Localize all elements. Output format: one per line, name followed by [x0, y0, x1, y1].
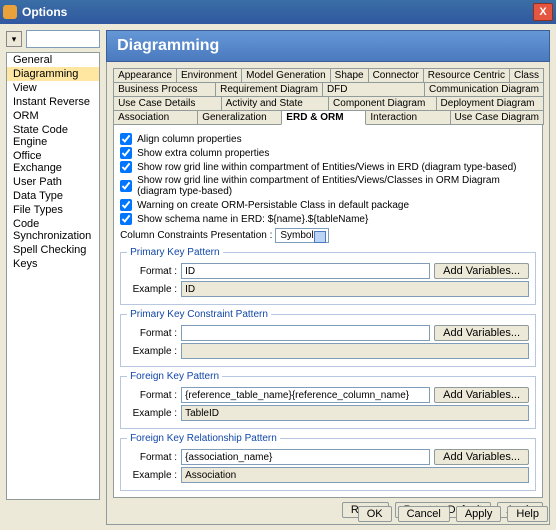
group-pk: Primary Key Pattern Format : Add Variabl…: [120, 247, 536, 305]
tab-activity[interactable]: Activity and State: [221, 96, 329, 111]
tab-connector[interactable]: Connector: [368, 68, 424, 83]
tab-group: Appearance Environment Model Generation …: [113, 68, 543, 124]
tab-shape[interactable]: Shape: [330, 68, 369, 83]
constraint-combo[interactable]: Symbol: [275, 228, 328, 243]
close-icon[interactable]: X: [533, 3, 553, 21]
pkc-format-label: Format :: [127, 328, 177, 339]
nav-item-data-type[interactable]: Data Type: [7, 189, 99, 203]
nav-item-state-code[interactable]: State Code Engine: [7, 123, 99, 149]
nav-list: General Diagramming View Instant Reverse…: [6, 52, 100, 500]
constraint-label: Column Constraints Presentation :: [120, 230, 272, 241]
chk-extra-label: Show extra column properties: [137, 148, 269, 159]
nav-item-user-path[interactable]: User Path: [7, 175, 99, 189]
window-title: Options: [22, 5, 533, 19]
tab-component[interactable]: Component Diagram: [328, 96, 436, 111]
group-fk: Foreign Key Pattern Format : Add Variabl…: [120, 371, 536, 429]
fkr-addvar-button[interactable]: Add Variables...: [434, 449, 529, 465]
fkr-example-label: Example :: [127, 470, 177, 481]
chk-grid-orm-label: Show row grid line within compartment of…: [137, 175, 536, 197]
tab-class[interactable]: Class: [509, 68, 544, 83]
tab-assoc[interactable]: Association: [113, 110, 198, 125]
tab-erd-orm[interactable]: ERD & ORM: [281, 110, 366, 125]
help-button[interactable]: Help: [507, 506, 548, 522]
nav-item-keys[interactable]: Keys: [7, 257, 99, 271]
pkc-example-label: Example :: [127, 346, 177, 357]
fkr-format-label: Format :: [127, 452, 177, 463]
nav-item-diagramming[interactable]: Diagramming: [7, 67, 99, 81]
tab-interaction[interactable]: Interaction: [365, 110, 450, 125]
pk-format-label: Format :: [127, 266, 177, 277]
nav-item-file-types[interactable]: File Types: [7, 203, 99, 217]
pk-addvar-button[interactable]: Add Variables...: [434, 263, 529, 279]
search-input[interactable]: [26, 30, 100, 48]
cancel-button[interactable]: Cancel: [398, 506, 450, 522]
chk-align[interactable]: [120, 133, 132, 145]
group-fkr-legend: Foreign Key Relationship Pattern: [127, 433, 280, 444]
pk-example-label: Example :: [127, 284, 177, 295]
fkr-example: [181, 467, 529, 483]
expand-button[interactable]: ▾: [6, 31, 22, 47]
tab-dfd[interactable]: DFD: [322, 82, 425, 97]
fk-example: [181, 405, 529, 421]
tab-req[interactable]: Requirement Diagram: [215, 82, 323, 97]
chk-warn-label: Warning on create ORM-Persistable Class …: [137, 200, 409, 211]
group-pkc: Primary Key Constraint Pattern Format : …: [120, 309, 536, 367]
pkc-addvar-button[interactable]: Add Variables...: [434, 325, 529, 341]
chk-schema[interactable]: [120, 213, 132, 225]
tab-content: Align column properties Show extra colum…: [113, 124, 543, 498]
chk-schema-label: Show schema name in ERD: ${name}.${table…: [137, 214, 368, 225]
pkc-format-input[interactable]: [181, 325, 430, 341]
title-bar: Options X: [0, 0, 556, 24]
tab-gen[interactable]: Generalization: [197, 110, 282, 125]
nav-item-view[interactable]: View: [7, 81, 99, 95]
sidebar: ▾ General Diagramming View Instant Rever…: [6, 30, 100, 500]
nav-item-orm[interactable]: ORM: [7, 109, 99, 123]
group-pk-legend: Primary Key Pattern: [127, 247, 222, 258]
tab-ucd[interactable]: Use Case Details: [113, 96, 221, 111]
apply-button[interactable]: Apply: [456, 506, 502, 522]
tab-resource[interactable]: Resource Centric: [423, 68, 510, 83]
page-title: Diagramming: [106, 30, 550, 62]
group-fkr: Foreign Key Relationship Pattern Format …: [120, 433, 536, 491]
nav-item-general[interactable]: General: [7, 53, 99, 67]
nav-item-spell[interactable]: Spell Checking: [7, 243, 99, 257]
pkc-example: [181, 343, 529, 359]
tab-appearance[interactable]: Appearance: [113, 68, 177, 83]
fk-format-label: Format :: [127, 390, 177, 401]
pk-example: [181, 281, 529, 297]
group-fk-legend: Foreign Key Pattern: [127, 371, 222, 382]
pk-format-input[interactable]: [181, 263, 430, 279]
fkr-format-input[interactable]: [181, 449, 430, 465]
tab-bp[interactable]: Business Process: [113, 82, 216, 97]
tab-usecase[interactable]: Use Case Diagram: [450, 110, 544, 125]
ok-button[interactable]: OK: [358, 506, 392, 522]
tab-environment[interactable]: Environment: [176, 68, 242, 83]
chk-grid-erd[interactable]: [120, 161, 132, 173]
nav-item-instant-reverse[interactable]: Instant Reverse: [7, 95, 99, 109]
fk-example-label: Example :: [127, 408, 177, 419]
group-pkc-legend: Primary Key Constraint Pattern: [127, 309, 271, 320]
chk-grid-erd-label: Show row grid line within compartment of…: [137, 162, 516, 173]
tab-comm[interactable]: Communication Diagram: [424, 82, 544, 97]
chk-grid-orm[interactable]: [120, 180, 132, 192]
tab-model-gen[interactable]: Model Generation: [241, 68, 331, 83]
app-icon: [3, 5, 17, 19]
chk-extra[interactable]: [120, 147, 132, 159]
tab-deploy[interactable]: Deployment Diagram: [436, 96, 544, 111]
fk-addvar-button[interactable]: Add Variables...: [434, 387, 529, 403]
nav-item-code-sync[interactable]: Code Synchronization: [7, 217, 99, 243]
nav-item-office[interactable]: Office Exchange: [7, 149, 99, 175]
chk-align-label: Align column properties: [137, 134, 242, 145]
chk-warn[interactable]: [120, 199, 132, 211]
fk-format-input[interactable]: [181, 387, 430, 403]
